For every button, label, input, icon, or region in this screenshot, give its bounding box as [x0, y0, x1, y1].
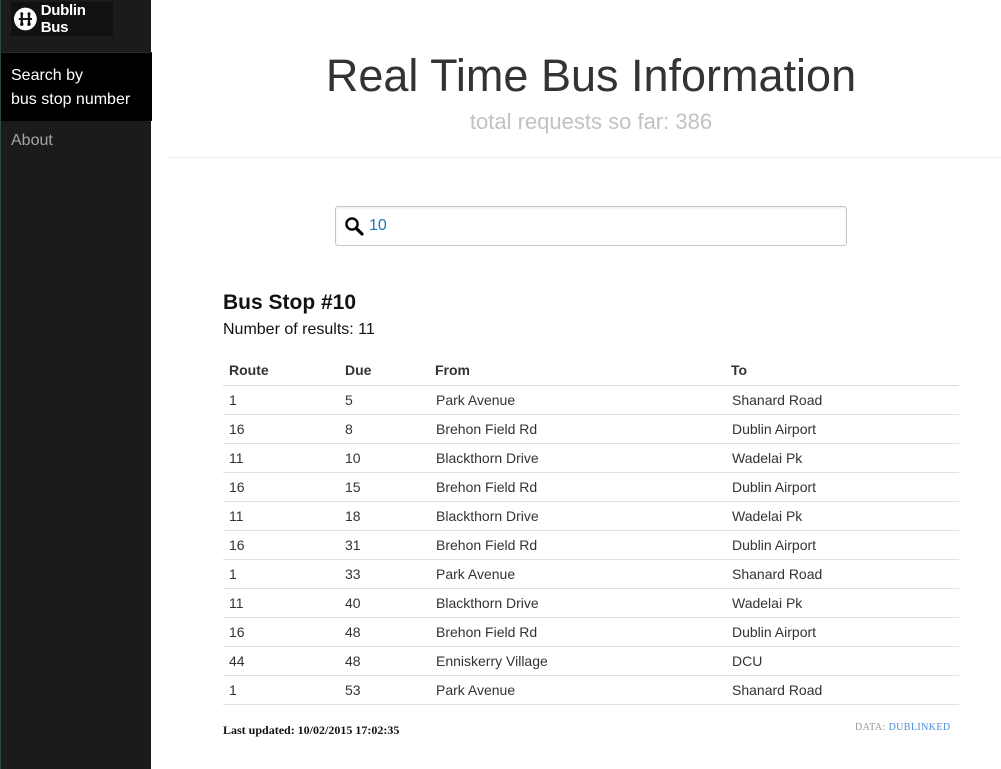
from-cell: Blackthorn Drive: [426, 443, 722, 473]
page-title: Real Time Bus Information: [325, 50, 857, 101]
column-header-route: Route: [223, 355, 339, 386]
to-cell: Dublin Airport: [722, 414, 959, 444]
from-cell: Park Avenue: [426, 675, 722, 705]
to-cell: Shanard Road: [722, 559, 959, 589]
request-counter: total requests so far: 386: [469, 109, 713, 134]
logo-text: Dublin Bus: [40, 2, 86, 36]
from-cell: Park Avenue: [426, 559, 722, 589]
route-cell: 11: [223, 588, 339, 618]
stop-number-input[interactable]: [369, 215, 829, 237]
to-cell: DCU: [722, 646, 959, 676]
route-cell: 16: [223, 414, 339, 444]
last-updated: Last updated: 10/02/2015 17:02:35: [223, 723, 400, 737]
route-cell: 11: [223, 443, 339, 473]
stop-search-box[interactable]: [335, 206, 847, 246]
table-header-row: Route Due From To: [223, 355, 959, 386]
column-header-from: From: [426, 355, 722, 386]
dublin-bus-logo-icon: [14, 7, 37, 31]
to-cell: Shanard Road: [722, 675, 959, 705]
from-cell: Brehon Field Rd: [426, 530, 722, 560]
table-row: 16 8 Brehon Field Rd Dublin Airport: [223, 414, 959, 444]
nav-item-label-line2: bus stop number: [11, 91, 131, 108]
column-header-to: To: [722, 355, 959, 386]
due-cell: 48: [339, 617, 426, 647]
due-cell: 40: [339, 588, 426, 618]
due-cell: 10: [339, 443, 426, 473]
route-cell: 1: [223, 385, 339, 415]
to-cell: Dublin Airport: [722, 472, 959, 502]
from-cell: Brehon Field Rd: [426, 472, 722, 502]
to-cell: Dublin Airport: [722, 530, 959, 560]
search-icon: [345, 217, 364, 236]
due-cell: 33: [339, 559, 426, 589]
table-row: 11 10 Blackthorn Drive Wadelai Pk: [223, 443, 959, 473]
nav-item-about[interactable]: About: [11, 132, 53, 150]
route-cell: 16: [223, 617, 339, 647]
bus-stop-title: Bus Stop #10: [223, 291, 357, 314]
route-cell: 1: [223, 559, 339, 589]
to-cell: Wadelai Pk: [722, 501, 959, 531]
to-cell: Wadelai Pk: [722, 588, 959, 618]
due-cell: 18: [339, 501, 426, 531]
route-cell: 44: [223, 646, 339, 676]
column-header-due: Due: [339, 355, 426, 386]
header-divider: [168, 157, 1001, 158]
data-credit-label: DATA:: [855, 722, 886, 733]
table-row: 16 15 Brehon Field Rd Dublin Airport: [223, 472, 959, 502]
table-row: 44 48 Enniskerry Village DCU: [223, 646, 959, 676]
to-cell: Shanard Road: [722, 385, 959, 415]
from-cell: Brehon Field Rd: [426, 414, 722, 444]
table-row: 11 40 Blackthorn Drive Wadelai Pk: [223, 588, 959, 618]
due-cell: 15: [339, 472, 426, 502]
sidebar: Dublin Bus Search by bus stop number Abo…: [0, 0, 152, 769]
dublin-bus-logo[interactable]: Dublin Bus: [11, 2, 113, 36]
route-cell: 16: [223, 472, 339, 502]
to-cell: Wadelai Pk: [722, 443, 959, 473]
table-row: 16 48 Brehon Field Rd Dublin Airport: [223, 617, 959, 647]
table-row: 1 5 Park Avenue Shanard Road: [223, 385, 959, 415]
due-cell: 53: [339, 675, 426, 705]
table-row: 1 53 Park Avenue Shanard Road: [223, 675, 959, 705]
from-cell: Blackthorn Drive: [426, 588, 722, 618]
from-cell: Blackthorn Drive: [426, 501, 722, 531]
nav-item-label-line1: Search by: [11, 67, 84, 84]
results-count: Number of results: 11: [223, 321, 375, 338]
table-row: 11 18 Blackthorn Drive Wadelai Pk: [223, 501, 959, 531]
data-credit: DATA: DUBLINKED: [855, 722, 951, 733]
due-cell: 8: [339, 414, 426, 444]
nav-item-search-by-stop[interactable]: Search by bus stop number: [1, 53, 152, 121]
table-row: 16 31 Brehon Field Rd Dublin Airport: [223, 530, 959, 560]
due-cell: 48: [339, 646, 426, 676]
from-cell: Enniskerry Village: [426, 646, 722, 676]
from-cell: Brehon Field Rd: [426, 617, 722, 647]
dublinked-link[interactable]: DUBLINKED: [889, 722, 951, 733]
route-cell: 1: [223, 675, 339, 705]
due-cell: 31: [339, 530, 426, 560]
from-cell: Park Avenue: [426, 385, 722, 415]
route-cell: 11: [223, 501, 339, 531]
departures-table: Route Due From To 1 5 Park Avenue Shanar…: [223, 355, 959, 705]
due-cell: 5: [339, 385, 426, 415]
table-row: 1 33 Park Avenue Shanard Road: [223, 559, 959, 589]
route-cell: 16: [223, 530, 339, 560]
to-cell: Dublin Airport: [722, 617, 959, 647]
